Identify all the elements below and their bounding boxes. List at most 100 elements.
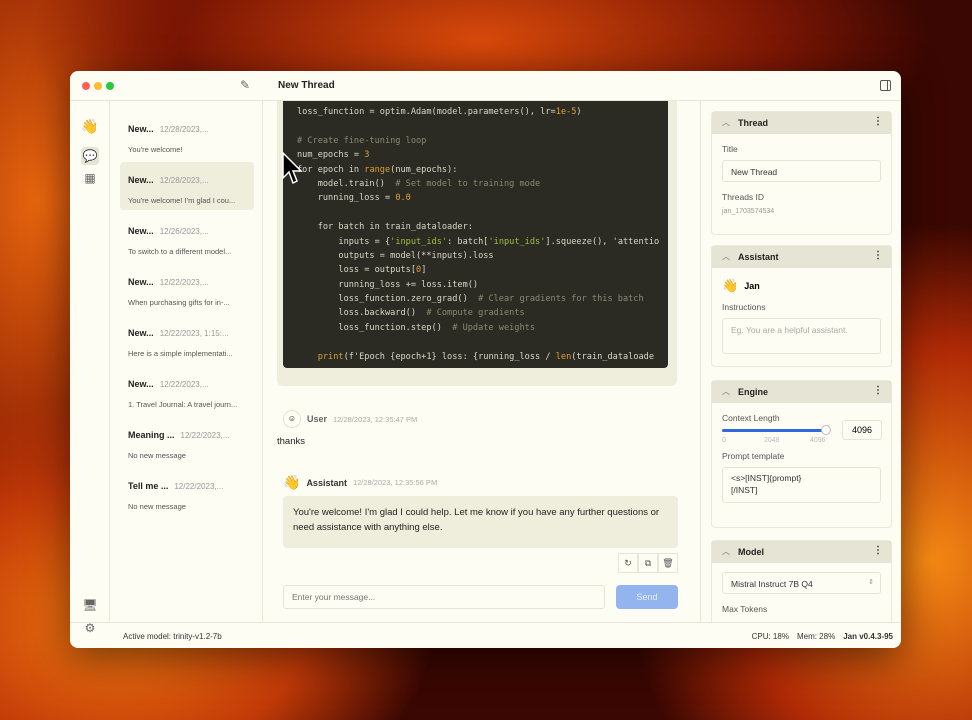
thread-date: 12/22/2023,... — [180, 431, 230, 440]
assistant-message-header: 👋 Assistant 12/28/2023, 12:35:56 PM — [283, 474, 437, 491]
thread-name: New... — [128, 175, 154, 185]
model-section-header[interactable]: ︿ Model ⋮ — [712, 541, 891, 563]
title-bar: ✎ New Thread — [70, 71, 901, 101]
assistant-section-header[interactable]: ︿ Assistant ⋮ — [712, 246, 891, 268]
more-options-icon[interactable]: ⋮ — [873, 545, 883, 556]
chevron-up-icon: ︿ — [722, 118, 730, 127]
code-line: running_loss = 0.0 — [297, 193, 411, 204]
code-line: loss_function.step() # Update weights — [297, 322, 536, 333]
context-length-input[interactable]: 4096 — [842, 420, 882, 440]
prompt-template-textarea[interactable]: <s>[INST]{prompt} [/INST] — [722, 467, 881, 503]
code-line: outputs = model(**inputs).loss — [297, 250, 494, 261]
assistant-avatar-icon: 👋 — [283, 474, 301, 490]
message-input[interactable] — [283, 585, 605, 609]
thread-date: 12/22/2023,... — [159, 278, 209, 287]
code-line: print(f'Epoch {epoch+1} loss: {running_l… — [317, 351, 655, 362]
assistant-name: Assistant — [306, 477, 347, 488]
thread-name: New... — [128, 124, 154, 134]
thread-id-value: jan_1703574534 — [722, 208, 775, 215]
section-title: Engine — [738, 387, 769, 397]
minimize-button[interactable] — [94, 82, 102, 90]
thread-item[interactable]: New... 12/28/2023,... You're welcome! I'm … — [120, 162, 254, 210]
chat-icon[interactable]: 💬 — [81, 147, 99, 165]
model-select[interactable]: Mistral Instruct 7B Q4 ⇕ — [722, 572, 881, 594]
thread-date: 12/22/2023,... — [159, 380, 209, 389]
thread-name: New... — [128, 379, 154, 389]
code-line: # Create fine-tuning loop — [297, 135, 427, 146]
user-message-text: thanks — [277, 436, 305, 447]
status-bar: Active model: trinity-v1.2-7b CPU: 18% M… — [70, 622, 901, 648]
regenerate-icon[interactable]: ↻ — [618, 553, 638, 573]
section-title: Model — [738, 547, 764, 557]
thread-date: 12/26/2023,... — [159, 227, 209, 236]
close-button[interactable] — [82, 82, 90, 90]
jan-logo-icon: 👋 — [81, 118, 99, 134]
thread-id-label: Threads ID — [722, 192, 765, 202]
memory-usage: Mem: 28% — [796, 632, 836, 641]
thread-preview: To switch to a different model... — [128, 247, 232, 256]
thread-name: New... — [128, 328, 154, 338]
system-monitor-icon[interactable]: 🖥 — [81, 596, 99, 614]
more-options-icon[interactable]: ⋮ — [873, 385, 883, 396]
thread-section-header[interactable]: ︿ Thread ⋮ — [712, 112, 891, 134]
active-model: Active model: trinity-v1.2-7b — [123, 632, 222, 641]
cpu-usage: CPU: 18% — [751, 632, 789, 641]
section-title: Thread — [738, 118, 769, 128]
thread-item[interactable]: New... 12/22/2023,... When purchasing gift… — [120, 264, 254, 312]
user-avatar-icon: ☺ — [283, 410, 301, 428]
delete-trash-icon[interactable]: 🗑 — [658, 553, 678, 573]
thread-item[interactable]: Meaning ... 12/22/2023,... No new message — [120, 417, 254, 465]
section-title: Assistant — [738, 252, 779, 262]
thread-item[interactable]: New... 12/28/2023,... You're welcome! — [120, 111, 254, 159]
copy-icon[interactable]: ⧉ — [638, 553, 658, 573]
maximize-button[interactable] — [106, 82, 114, 90]
slider-thumb[interactable] — [821, 425, 831, 435]
title-label: Title — [722, 144, 738, 154]
thread-section: ︿ Thread ⋮ Title New Thread Threads ID jan… — [711, 111, 892, 235]
slider-tick: 2048 — [764, 437, 780, 444]
select-arrows-icon: ⇕ — [868, 579, 874, 586]
user-message-time: 12/28/2023, 12:35:47 PM — [333, 414, 418, 424]
toggle-right-panel-icon[interactable] — [880, 80, 891, 91]
thread-date: 12/28/2023,... — [159, 125, 209, 134]
context-length-slider[interactable] — [722, 429, 826, 432]
prompt-template-label: Prompt template — [722, 451, 785, 461]
assistant-section: ︿ Assistant ⋮ 👋 Jan Instructions Eg. You ar… — [711, 245, 892, 367]
assistant-message-text: You're welcome! I'm glad I could help. L… — [283, 496, 678, 548]
thread-name: New... — [128, 277, 154, 287]
thread-preview: 1. Travel Journal: A travel journ... — [128, 400, 238, 409]
thread-title-input[interactable]: New Thread — [722, 160, 881, 182]
new-thread-icon[interactable]: ✎ — [240, 78, 250, 92]
code-line: loss_function = optim.Adam(model.paramet… — [297, 107, 582, 117]
thread-item[interactable]: New... 12/22/2023, 1:15:... Here is a simp… — [120, 315, 254, 363]
thread-name: Meaning ... — [128, 430, 175, 440]
thread-item[interactable]: New... 12/22/2023,... 1. Travel Journal: A… — [120, 366, 254, 414]
mouse-cursor-icon — [282, 152, 303, 185]
app-window: ✎ New Thread 👋 💬 ▦ 🖥 ⚙ New... 12/28/2023,… — [70, 71, 901, 648]
code-line: inputs = {'input_ids': batch['input_ids'… — [297, 236, 660, 247]
hub-grid-icon[interactable]: ▦ — [81, 169, 99, 187]
thread-date: 12/28/2023,... — [159, 176, 209, 185]
message-actions: ↻ ⧉ 🗑 — [618, 553, 678, 573]
thread-item[interactable]: Tell me ... 12/22/2023,... No new message — [120, 468, 254, 516]
code-line: running_loss += loss.item() — [297, 279, 479, 290]
chat-area: loss_function = optim.Adam(model.paramet… — [263, 101, 695, 622]
send-button[interactable]: Send — [616, 585, 678, 609]
user-name: User — [307, 414, 328, 424]
assistant-avatar-icon: 👋 — [722, 278, 739, 293]
code-line: loss.backward() # Compute gradients — [297, 308, 525, 319]
thread-item[interactable]: New... 12/26/2023,... To switch to a diffe… — [120, 213, 254, 261]
model-select-value: Mistral Instruct 7B Q4 — [731, 579, 813, 589]
icon-rail: 👋 💬 ▦ 🖥 ⚙ — [70, 101, 110, 635]
more-options-icon[interactable]: ⋮ — [873, 116, 883, 127]
instructions-textarea[interactable]: Eg. You are a helpful assistant. — [722, 318, 881, 354]
engine-section-header[interactable]: ︿ Engine ⋮ — [712, 381, 891, 403]
thread-preview: No new message — [128, 502, 186, 511]
code-line: loss_function.zero_grad() # Clear gradie… — [297, 294, 644, 305]
chevron-up-icon: ︿ — [722, 547, 730, 556]
app-version: Jan v0.4.3-95 — [843, 632, 893, 641]
more-options-icon[interactable]: ⋮ — [873, 250, 883, 261]
code-block: loss_function = optim.Adam(model.paramet… — [283, 101, 668, 368]
